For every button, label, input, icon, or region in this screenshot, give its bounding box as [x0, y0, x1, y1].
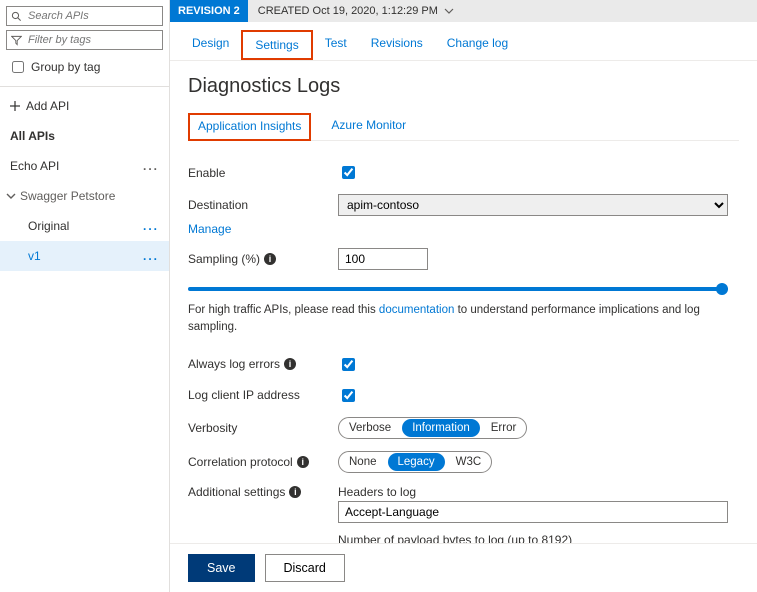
- search-apis-box[interactable]: [6, 6, 163, 26]
- filter-tags-box[interactable]: [6, 30, 163, 50]
- log-client-ip-label: Log client IP address: [188, 388, 300, 402]
- manage-link[interactable]: Manage: [188, 222, 231, 236]
- always-log-errors-checkbox[interactable]: [342, 358, 355, 371]
- info-icon[interactable]: i: [264, 253, 276, 265]
- search-apis-input[interactable]: [26, 9, 158, 23]
- headers-to-log-label: Headers to log: [338, 485, 728, 499]
- revision-bar: REVISION 2 CREATED Oct 19, 2020, 1:12:29…: [170, 0, 757, 22]
- sidebar-all-apis[interactable]: All APIs: [0, 121, 169, 151]
- content: Diagnostics Logs Application Insights Az…: [170, 61, 757, 543]
- payload-bytes-label: Number of payload bytes to log (up to 81…: [338, 533, 728, 544]
- main: REVISION 2 CREATED Oct 19, 2020, 1:12:29…: [170, 0, 757, 592]
- filter-icon: [11, 35, 22, 46]
- info-icon[interactable]: i: [284, 358, 296, 370]
- documentation-link[interactable]: documentation: [379, 304, 454, 316]
- add-api-button[interactable]: Add API: [0, 91, 169, 121]
- info-icon[interactable]: i: [297, 456, 309, 468]
- plus-icon: [10, 101, 20, 111]
- sidebar-item-label: Original: [28, 219, 69, 233]
- helper-prefix: For high traffic APIs, please read this: [188, 304, 379, 316]
- sidebar-item-original[interactable]: Original ...: [0, 211, 169, 241]
- discard-button[interactable]: Discard: [265, 554, 345, 582]
- verbosity-error[interactable]: Error: [481, 422, 527, 434]
- sampling-slider[interactable]: [188, 282, 728, 296]
- headers-to-log-input[interactable]: [338, 501, 728, 523]
- more-icon[interactable]: ...: [143, 219, 159, 233]
- divider: [0, 86, 169, 87]
- destination-label: Destination: [188, 198, 248, 212]
- verbosity-label: Verbosity: [188, 421, 237, 435]
- correlation-legacy[interactable]: Legacy: [388, 453, 445, 471]
- subtab-application-insights[interactable]: Application Insights: [188, 113, 311, 141]
- revision-created-label: CREATED Oct 19, 2020, 1:12:29 PM: [258, 5, 438, 17]
- search-icon: [11, 11, 22, 22]
- tab-settings[interactable]: Settings: [241, 30, 312, 60]
- tab-design[interactable]: Design: [180, 30, 241, 60]
- enable-label: Enable: [188, 166, 338, 180]
- all-apis-label: All APIs: [10, 129, 55, 143]
- chevron-down-icon: [444, 8, 454, 14]
- save-button[interactable]: Save: [188, 554, 255, 582]
- sidebar-item-v1[interactable]: v1 ...: [0, 241, 169, 271]
- destination-select[interactable]: apim-contoso: [338, 194, 728, 216]
- correlation-w3c[interactable]: W3C: [446, 456, 492, 468]
- sidebar-item-label: Swagger Petstore: [20, 189, 115, 203]
- tab-changelog[interactable]: Change log: [435, 30, 520, 60]
- chevron-down-icon: [6, 192, 16, 200]
- sidebar-item-echo-api[interactable]: Echo API ...: [0, 151, 169, 181]
- additional-settings-label: Additional settings: [188, 485, 285, 499]
- tab-test[interactable]: Test: [313, 30, 359, 60]
- subtab-azure-monitor[interactable]: Azure Monitor: [329, 112, 408, 140]
- form: Enable Destination apim-contoso Manage: [188, 141, 728, 543]
- add-api-label: Add API: [26, 99, 69, 113]
- sidebar-item-label: v1: [28, 249, 41, 263]
- enable-checkbox[interactable]: [342, 166, 355, 179]
- verbosity-verbose[interactable]: Verbose: [339, 422, 401, 434]
- verbosity-segmented[interactable]: Verbose Information Error: [338, 417, 527, 439]
- group-by-tag-input[interactable]: [12, 61, 24, 73]
- verbosity-information[interactable]: Information: [402, 419, 480, 437]
- slider-thumb[interactable]: [716, 283, 728, 295]
- more-icon[interactable]: ...: [143, 159, 159, 173]
- filter-tags-input[interactable]: [26, 33, 158, 47]
- sidebar: Group by tag Add API All APIs Echo API .…: [0, 0, 170, 592]
- sidebar-item-label: Echo API: [10, 159, 59, 173]
- sidebar-item-swagger-petstore[interactable]: Swagger Petstore: [0, 181, 169, 211]
- helper-text: For high traffic APIs, please read this …: [188, 298, 728, 349]
- log-client-ip-checkbox[interactable]: [342, 389, 355, 402]
- page-title: Diagnostics Logs: [188, 75, 739, 98]
- revision-badge: REVISION 2: [170, 0, 248, 22]
- subtabs: Application Insights Azure Monitor: [188, 112, 739, 141]
- group-by-tag-label: Group by tag: [31, 60, 100, 74]
- slider-track: [188, 287, 728, 291]
- tab-revisions[interactable]: Revisions: [359, 30, 435, 60]
- revision-created[interactable]: CREATED Oct 19, 2020, 1:12:29 PM: [248, 5, 464, 17]
- more-icon[interactable]: ...: [143, 249, 159, 263]
- group-by-tag-checkbox[interactable]: Group by tag: [8, 58, 161, 76]
- footer: Save Discard: [170, 543, 757, 592]
- correlation-none[interactable]: None: [339, 456, 387, 468]
- sampling-label: Sampling (%): [188, 252, 260, 266]
- info-icon[interactable]: i: [289, 486, 301, 498]
- always-log-errors-label: Always log errors: [188, 357, 280, 371]
- sampling-input[interactable]: [338, 248, 428, 270]
- main-tabs: Design Settings Test Revisions Change lo…: [170, 22, 757, 61]
- correlation-segmented[interactable]: None Legacy W3C: [338, 451, 492, 473]
- correlation-label: Correlation protocol: [188, 455, 293, 469]
